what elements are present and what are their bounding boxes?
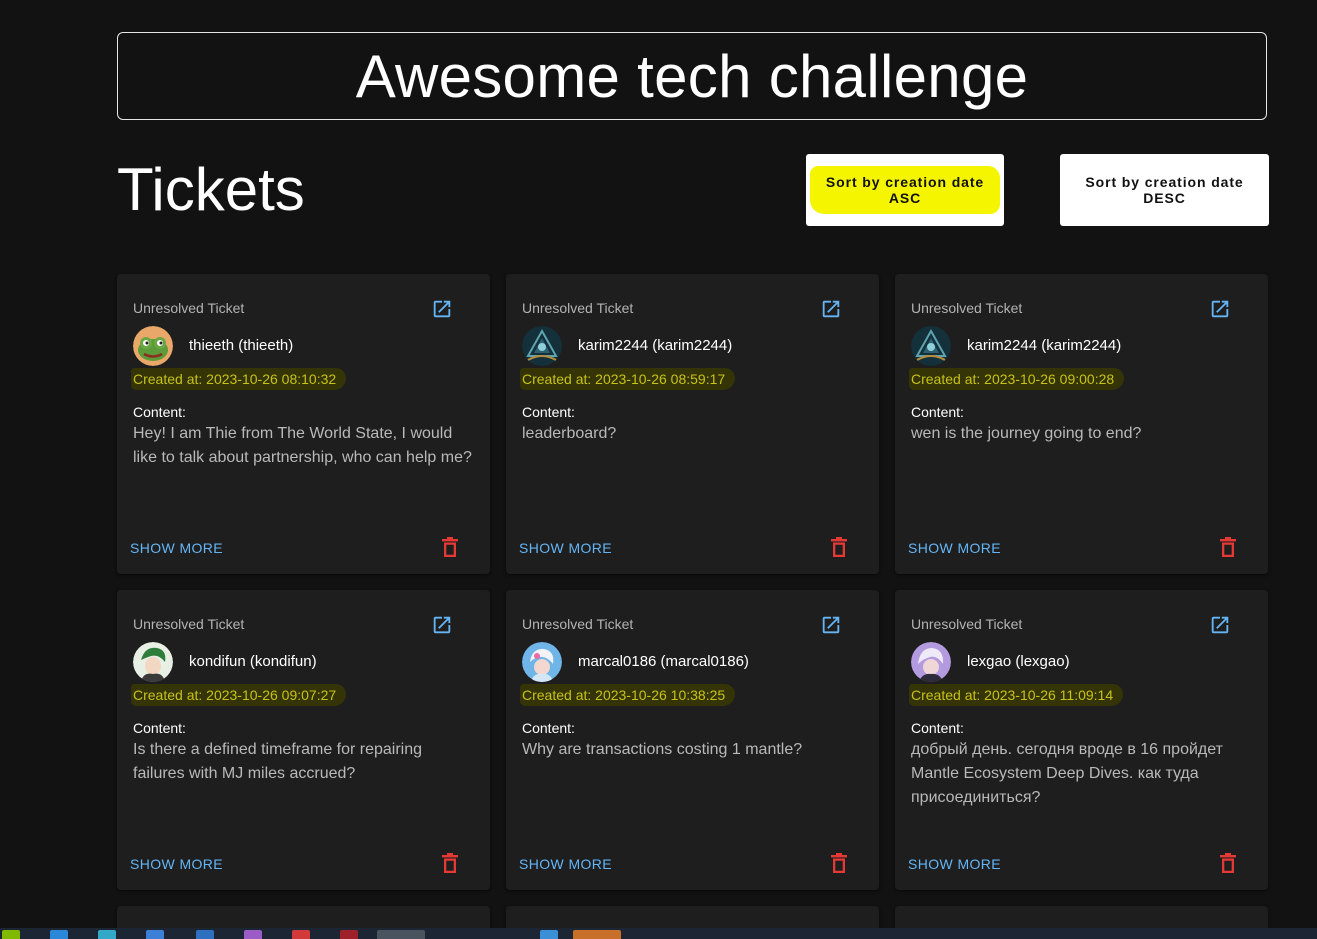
- show-more-button[interactable]: SHOW MORE: [519, 856, 612, 872]
- ticket-created-at: Created at: 2023-10-26 08:10:32: [131, 368, 347, 390]
- content-label: Content:: [133, 404, 186, 420]
- delete-icon[interactable]: [1220, 853, 1236, 873]
- ticket-content: leaderboard?: [522, 425, 617, 442]
- show-more-button[interactable]: SHOW MORE: [130, 540, 223, 556]
- ticket-author: marcal0186 (marcal0186): [578, 653, 749, 670]
- content-label: Content:: [911, 720, 964, 736]
- open-in-new-icon[interactable]: [431, 614, 453, 636]
- ticket-card: Unresolved Ticket karim2244 (karim2244) …: [506, 274, 879, 574]
- delete-icon[interactable]: [831, 537, 847, 557]
- ticket-status: Unresolved Ticket: [911, 616, 1023, 632]
- ticket-content: wen is the journey going to end?: [911, 425, 1142, 442]
- content-label: Content:: [911, 404, 964, 420]
- show-more-button[interactable]: SHOW MORE: [908, 856, 1001, 872]
- content-label: Content:: [522, 720, 575, 736]
- ticket-created-at: Created at: 2023-10-26 09:00:28: [909, 368, 1125, 390]
- sort-asc-button[interactable]: Sort by creation date ASC: [806, 154, 1004, 226]
- windows-start-icon[interactable]: [2, 930, 20, 939]
- show-more-button[interactable]: SHOW MORE: [130, 856, 223, 872]
- ticket-created-at: Created at: 2023-10-26 09:07:27: [131, 684, 347, 706]
- content-label: Content:: [522, 404, 575, 420]
- open-in-new-icon[interactable]: [820, 298, 842, 320]
- sort-desc-button[interactable]: Sort by creation date DESC: [1060, 154, 1269, 226]
- emblem-avatar-icon: [911, 326, 951, 366]
- anime-avatar-icon: [911, 642, 951, 682]
- delete-icon[interactable]: [442, 853, 458, 873]
- ticket-status: Unresolved Ticket: [133, 300, 245, 316]
- taskbar-app-icon[interactable]: [98, 930, 116, 939]
- ticket-author: karim2244 (karim2244): [967, 337, 1122, 354]
- open-in-new-icon[interactable]: [820, 614, 842, 636]
- ticket-card: Unresolved Ticket lexgao (lexgao) Create…: [895, 590, 1268, 890]
- ticket-created-at: Created at: 2023-10-26 11:09:14: [909, 684, 1124, 706]
- taskbar-app-icon[interactable]: [340, 930, 358, 939]
- frog-avatar-icon: [133, 326, 173, 366]
- taskbar-active-app-icon[interactable]: [377, 930, 425, 939]
- ticket-author: thieeth (thieeth): [189, 337, 294, 354]
- taskbar-app-icon[interactable]: [292, 930, 310, 939]
- delete-icon[interactable]: [831, 853, 847, 873]
- ticket-content: Why are transactions costing 1 mantle?: [522, 741, 803, 758]
- taskbar-app-icon[interactable]: [244, 930, 262, 939]
- ticket-content: Hey! I am Thie from The World State, I w…: [133, 425, 472, 466]
- ticket-card: Unresolved Ticket karim2244 (karim2244) …: [895, 274, 1268, 574]
- taskbar-app-icon[interactable]: [196, 930, 214, 939]
- show-more-button[interactable]: SHOW MORE: [908, 540, 1001, 556]
- emblem-avatar-icon: [522, 326, 562, 366]
- ticket-status: Unresolved Ticket: [522, 300, 634, 316]
- sort-asc-label: Sort by creation date ASC: [812, 168, 998, 212]
- app-header: Awesome tech challenge: [117, 32, 1267, 120]
- ticket-created-at: Created at: 2023-10-26 08:59:17: [520, 368, 736, 390]
- delete-icon[interactable]: [1220, 537, 1236, 557]
- delete-icon[interactable]: [442, 537, 458, 557]
- open-in-new-icon[interactable]: [431, 298, 453, 320]
- taskbar-app-icon[interactable]: [573, 930, 621, 939]
- ticket-card: Unresolved Ticket thieeth (thieeth) Crea…: [117, 274, 490, 574]
- ticket-author: karim2244 (karim2244): [578, 337, 733, 354]
- anime-avatar-icon: [133, 642, 173, 682]
- ticket-created-at: Created at: 2023-10-26 10:38:25: [520, 684, 736, 706]
- sort-desc-label: Sort by creation date DESC: [1085, 174, 1244, 206]
- anime-avatar-icon: [522, 642, 562, 682]
- ticket-content: Is there a defined timeframe for repairi…: [133, 741, 423, 782]
- ticket-card: Unresolved Ticket kondifun (kondifun) Cr…: [117, 590, 490, 890]
- show-more-button[interactable]: SHOW MORE: [519, 540, 612, 556]
- content-label: Content:: [133, 720, 186, 736]
- taskbar-app-icon[interactable]: [146, 930, 164, 939]
- ticket-status: Unresolved Ticket: [133, 616, 245, 632]
- taskbar-app-icon[interactable]: [540, 930, 558, 939]
- ticket-content: добрый день. сегодня вроде в 16 пройдет …: [911, 741, 1223, 806]
- ticket-status: Unresolved Ticket: [522, 616, 634, 632]
- app-title: Awesome tech challenge: [355, 42, 1029, 110]
- ticket-status: Unresolved Ticket: [911, 300, 1023, 316]
- ticket-author: lexgao (lexgao): [967, 653, 1070, 670]
- ticket-card: Unresolved Ticket marcal0186 (marcal0186…: [506, 590, 879, 890]
- page-title: Tickets: [117, 156, 305, 223]
- open-in-new-icon[interactable]: [1209, 614, 1231, 636]
- ticket-author: kondifun (kondifun): [189, 653, 317, 670]
- open-in-new-icon[interactable]: [1209, 298, 1231, 320]
- taskbar-app-icon[interactable]: [50, 930, 68, 939]
